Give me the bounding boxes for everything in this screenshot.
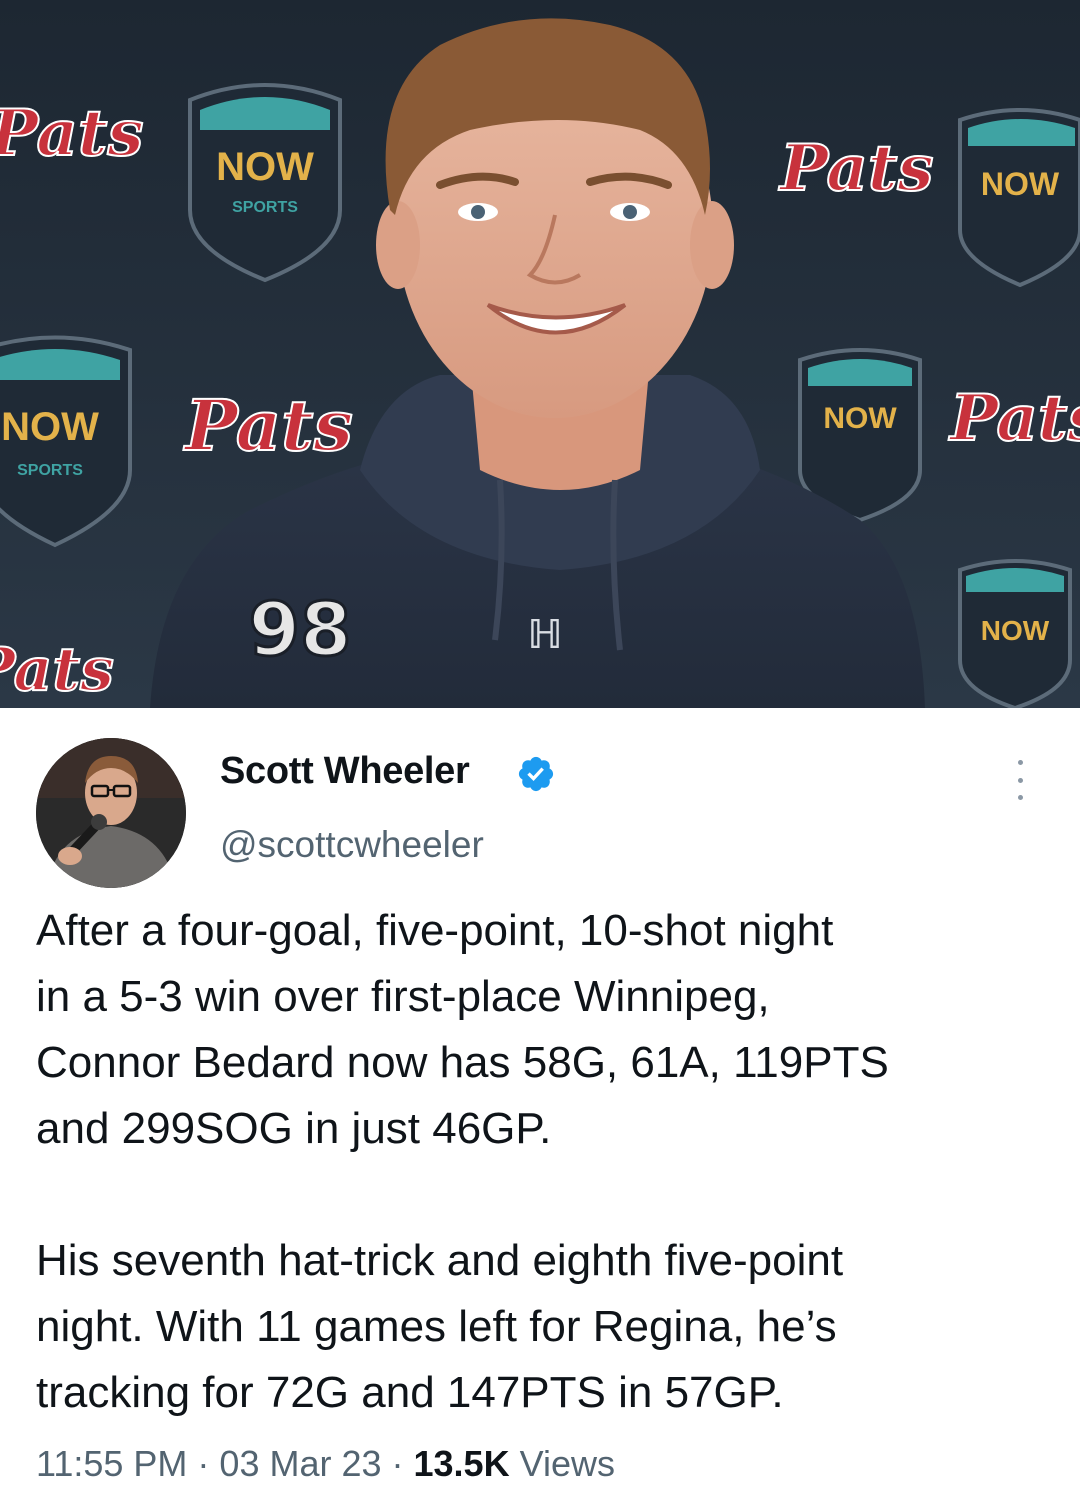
views-count[interactable]: 13.5K (414, 1443, 510, 1484)
backdrop-badge: NOW (798, 348, 922, 523)
svg-text:NOW: NOW (823, 402, 897, 435)
more-options-icon[interactable] (1008, 760, 1032, 800)
svg-text:NOW: NOW (981, 166, 1060, 202)
backdrop-pats-logo: Pats (183, 384, 353, 467)
author-handle[interactable]: @scottcwheeler (220, 824, 484, 866)
tweet-text-line: tracking for 72G and 147PTS in 57GP. (36, 1368, 784, 1417)
svg-text:NOW: NOW (981, 615, 1050, 646)
meta-separator: · (381, 1443, 414, 1484)
backdrop-badge: NOW (958, 108, 1080, 288)
tweet-card: Scott Wheeler @scottcwheeler After a fou… (0, 708, 1080, 1500)
avatar-image (36, 738, 186, 888)
backdrop-pats-logo: Pats (778, 131, 933, 206)
svg-text:SPORTS: SPORTS (232, 199, 298, 216)
tweet-text-line: in a 5-3 win over first-place Winnipeg, (36, 972, 770, 1021)
tweet-photo[interactable]: NOW SPORTS NOW NOW SPORTS NOW NOW Pats P (0, 0, 1080, 708)
svg-text:NOW: NOW (216, 145, 314, 189)
views-label: Views (509, 1443, 615, 1484)
tweet-text-line: After a four-goal, five-point, 10-shot n… (36, 906, 834, 955)
verified-badge-icon (518, 756, 554, 792)
photo-scene: NOW SPORTS NOW NOW SPORTS NOW NOW Pats P (0, 0, 1080, 708)
author-name[interactable]: Scott Wheeler (220, 750, 470, 793)
tweet-text-line: and 299SOG in just 46GP. (36, 1104, 552, 1153)
jersey-number: 98 (249, 587, 352, 673)
tweet-text-line: night. With 11 games left for Regina, he… (36, 1302, 837, 1351)
tweet-text-line: Connor Bedard now has 58G, 61A, 119PTS (36, 1038, 889, 1087)
meta-separator: · (187, 1443, 220, 1484)
backdrop-pats-logo: Pats (0, 96, 143, 171)
svg-text:SPORTS: SPORTS (17, 462, 83, 479)
backdrop-badge: NOW (958, 559, 1072, 708)
hoodie-brand-logo: ℍ (527, 612, 563, 658)
tweet-time[interactable]: 11:55 PM (36, 1443, 187, 1484)
author-avatar[interactable] (36, 738, 186, 888)
tweet-meta: 11:55 PM · 03 Mar 23 · 13.5K Views (36, 1443, 615, 1485)
tweet-text-line: His seventh hat-trick and eighth five-po… (36, 1236, 844, 1285)
svg-text:NOW: NOW (1, 405, 99, 449)
backdrop-badge: NOW SPORTS (188, 83, 342, 283)
backdrop-pats-logo: Pats (948, 381, 1080, 456)
tweet-text: After a four-goal, five-point, 10-shot n… (36, 898, 1046, 1426)
tweet-date[interactable]: 03 Mar 23 (219, 1443, 381, 1484)
backdrop-pats-logo: Pats (0, 635, 114, 705)
